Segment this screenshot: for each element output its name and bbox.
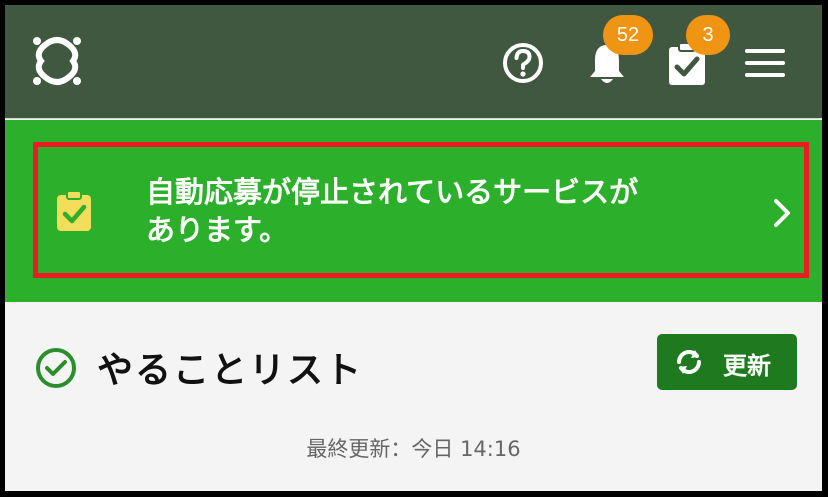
clipboard-check-icon bbox=[57, 190, 91, 231]
notification-count-badge: 52 bbox=[603, 15, 653, 55]
check-circle-icon bbox=[36, 348, 76, 388]
alert-message: 自動応募が停止されているサービスが あります。 bbox=[146, 173, 746, 249]
alert-line-2: あります。 bbox=[146, 213, 289, 247]
question-circle-icon[interactable] bbox=[501, 41, 545, 85]
alert-banner-area: 自動応募が停止されているサービスが あります。 bbox=[5, 120, 822, 302]
todo-list-title: やることリスト bbox=[97, 350, 364, 391]
refresh-button[interactable]: 更新 bbox=[657, 334, 797, 390]
chevron-right-icon bbox=[774, 199, 790, 227]
task-count-badge: 3 bbox=[686, 15, 730, 55]
top-header: 52 3 bbox=[5, 5, 822, 119]
alert-line-1: 自動応募が停止されているサービスが bbox=[146, 175, 639, 209]
last-updated-text: 最終更新：今日 14:16 bbox=[306, 437, 521, 461]
refresh-icon bbox=[677, 350, 701, 374]
refresh-label: 更新 bbox=[723, 352, 771, 380]
auto-apply-stopped-alert[interactable]: 自動応募が停止されているサービスが あります。 bbox=[33, 142, 809, 278]
app-frame: 52 3 自動応募が停止されているサービスが あります。 やることリスト 更新 … bbox=[5, 5, 822, 491]
app-logo-icon[interactable] bbox=[27, 31, 87, 91]
hamburger-menu-icon[interactable] bbox=[743, 45, 787, 81]
